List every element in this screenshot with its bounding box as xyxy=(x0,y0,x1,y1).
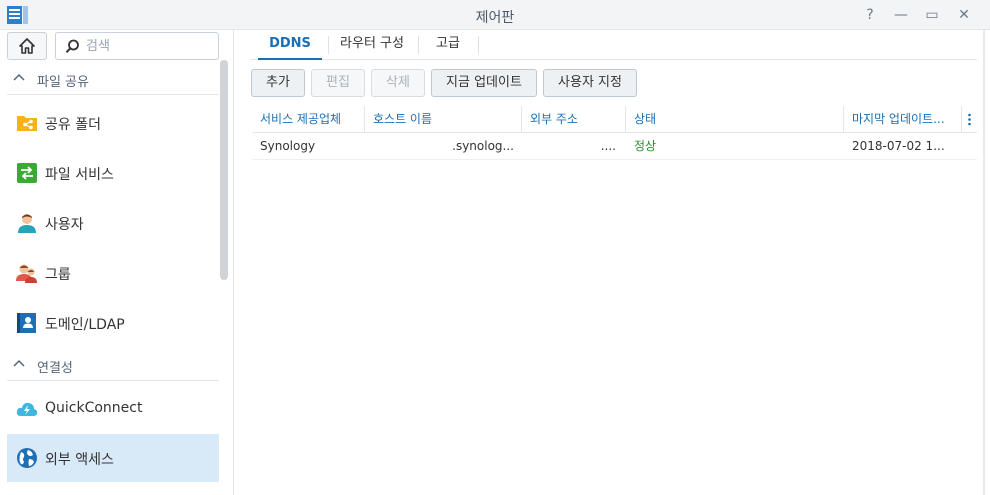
add-button[interactable]: 추가 xyxy=(251,69,305,97)
tab-separator xyxy=(478,36,479,54)
sidebar-item-label: 공유 폴더 xyxy=(45,117,101,133)
cell-external-address: .... xyxy=(600,139,616,153)
section-label: 연결성 xyxy=(37,361,73,376)
section-file-sharing[interactable]: 파일 공유 xyxy=(7,63,219,95)
help-button[interactable]: ? xyxy=(859,4,881,26)
column-header-last-update[interactable]: 마지막 업데이트... xyxy=(844,106,962,133)
chevron-up-icon xyxy=(13,73,25,81)
shared-folder-icon xyxy=(17,116,37,131)
sidebar-item-user[interactable]: 사용자 xyxy=(7,199,219,247)
column-menu-icon[interactable] xyxy=(962,106,977,133)
quickconnect-icon xyxy=(16,402,38,416)
sidebar-item-file-services[interactable]: 파일 서비스 xyxy=(7,149,219,197)
tab-separator xyxy=(418,36,419,54)
cell-last-update: 2018-07-02 1... xyxy=(852,139,945,153)
sidebar-item-label: 외부 액세스 xyxy=(45,452,114,468)
sidebar-item-label: 사용자 xyxy=(45,217,84,233)
sidebar-item-label: QuickConnect xyxy=(45,400,143,416)
cell-provider: Synology xyxy=(260,139,316,153)
tab-advanced[interactable]: 고급 xyxy=(422,30,474,60)
sidebar-item-external-access[interactable]: 외부 액세스 xyxy=(7,434,219,482)
sidebar-item-domain-ldap[interactable]: 도메인/LDAP xyxy=(7,299,219,347)
search-input[interactable] xyxy=(86,37,214,55)
column-header-status[interactable]: 상태 xyxy=(626,106,844,133)
maximize-button[interactable]: ▭ xyxy=(921,4,943,26)
search-field[interactable] xyxy=(55,32,219,60)
group-icon xyxy=(16,264,37,283)
domain-ldap-icon xyxy=(17,313,36,333)
section-label: 파일 공유 xyxy=(37,75,89,90)
sidebar-item-label: 파일 서비스 xyxy=(45,167,114,183)
customize-button[interactable]: 사용자 지정 xyxy=(543,69,637,97)
grid-header: 서비스 제공업체 호스트 이름 외부 주소 상태 마지막 업데이트... xyxy=(252,106,977,133)
tab-separator xyxy=(328,36,329,54)
sidebar-item-label: 그룹 xyxy=(45,267,71,283)
cell-hostname: .synolog... xyxy=(452,139,514,153)
external-access-icon xyxy=(17,448,37,468)
section-connectivity[interactable]: 연결성 xyxy=(7,349,219,381)
content-scrollbar[interactable] xyxy=(983,30,985,495)
minimize-button[interactable]: — xyxy=(890,4,912,26)
cell-status: 정상 xyxy=(634,139,657,153)
sidebar-scrollbar[interactable] xyxy=(220,60,228,280)
delete-button[interactable]: 삭제 xyxy=(371,69,425,97)
file-services-icon xyxy=(17,163,37,183)
sidebar: 파일 공유 공유 폴더 파일 서비스 사용자 xyxy=(0,30,234,495)
column-header-external-address[interactable]: 외부 주소 xyxy=(522,106,626,133)
home-icon xyxy=(19,38,35,54)
edit-button[interactable]: 편집 xyxy=(311,69,365,97)
sidebar-item-group[interactable]: 그룹 xyxy=(7,249,219,297)
title-bar: 제어판 ? — ▭ ✕ xyxy=(0,0,990,30)
home-button[interactable] xyxy=(7,32,47,60)
column-header-provider[interactable]: 서비스 제공업체 xyxy=(252,106,365,133)
tab-ddns[interactable]: DDNS xyxy=(258,30,322,60)
search-icon xyxy=(65,39,79,53)
sidebar-item-quickconnect[interactable]: QuickConnect xyxy=(7,385,219,433)
table-row[interactable]: Synology .synolog... .... 정상 2018-07-02 … xyxy=(252,133,977,160)
sidebar-item-shared-folder[interactable]: 공유 폴더 xyxy=(7,99,219,147)
user-icon xyxy=(18,214,36,233)
close-button[interactable]: ✕ xyxy=(953,4,975,26)
sidebar-item-label: 도메인/LDAP xyxy=(45,317,125,333)
column-header-hostname[interactable]: 호스트 이름 xyxy=(365,106,522,133)
update-now-button[interactable]: 지금 업데이트 xyxy=(431,69,537,97)
window-title: 제어판 xyxy=(475,10,515,26)
chevron-up-icon xyxy=(13,359,25,367)
tab-bar: DDNS 라우터 구성 고급 xyxy=(250,30,977,60)
tab-router-config[interactable]: 라우터 구성 xyxy=(332,30,412,60)
